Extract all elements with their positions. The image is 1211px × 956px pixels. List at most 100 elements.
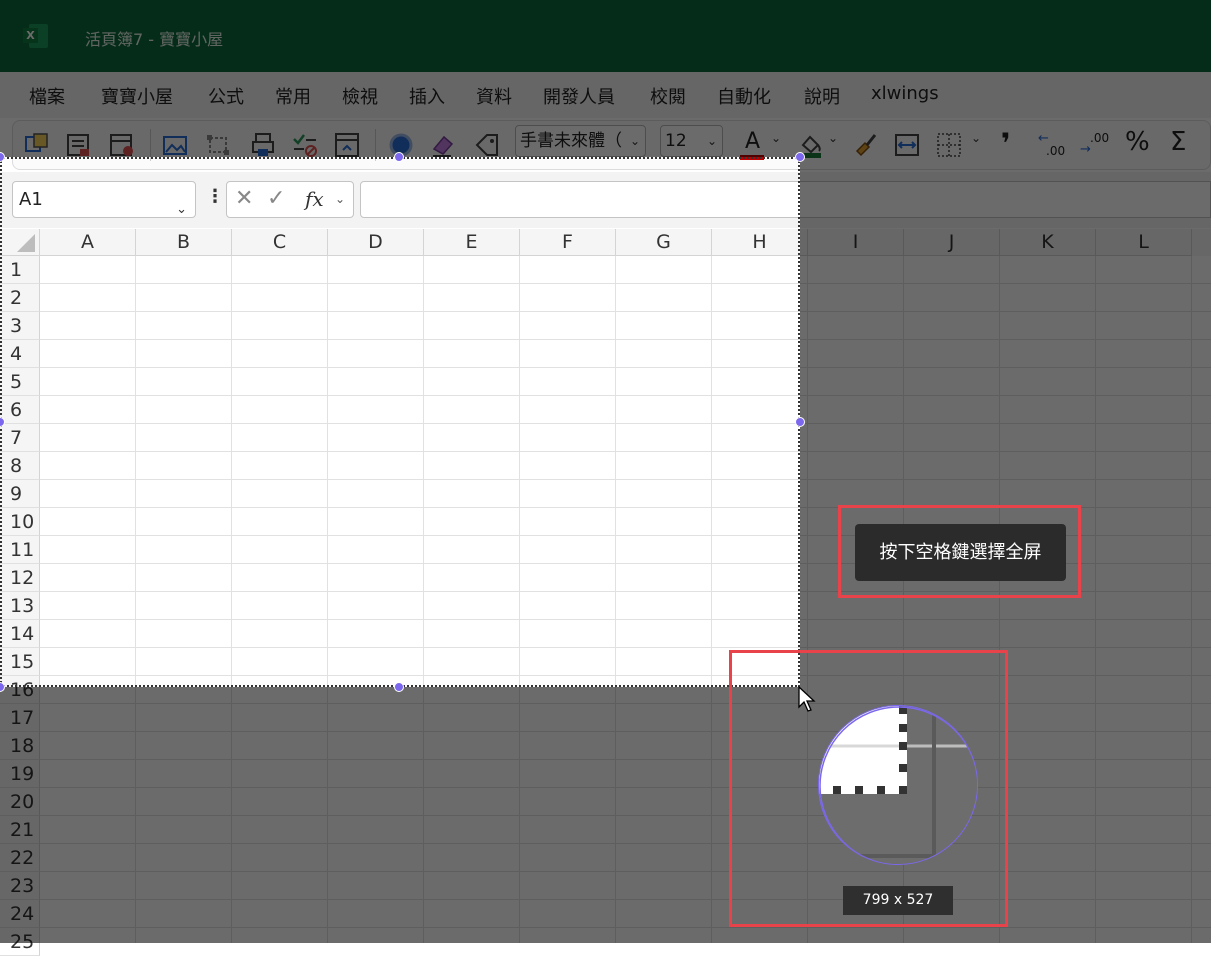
menu-review[interactable]: 校閱 [650, 83, 686, 109]
row-header-5[interactable]: 5 [0, 368, 40, 396]
percent-icon[interactable]: % [1125, 127, 1150, 157]
row-header-14[interactable]: 14 [0, 620, 40, 648]
column-header-c[interactable]: C [232, 229, 328, 256]
magnifier-loupe [818, 705, 978, 865]
confirm-icon[interactable]: ✓ [267, 186, 285, 211]
print-icon[interactable] [249, 131, 277, 159]
row-header-7[interactable]: 7 [0, 424, 40, 452]
resize-handle-top[interactable] [394, 152, 404, 162]
column-header-b[interactable]: B [136, 229, 232, 256]
record-macro-icon[interactable] [108, 131, 136, 159]
chevron-down-icon[interactable]: ⌄ [771, 131, 781, 145]
row-header-8[interactable]: 8 [0, 452, 40, 480]
increase-decimal-icon[interactable]: .00 → [1080, 131, 1110, 161]
row-header-25[interactable]: 25 [0, 928, 40, 956]
cancel-icon[interactable]: ✕ [235, 186, 253, 211]
row-header-12[interactable]: 12 [0, 564, 40, 592]
format-painter-icon[interactable] [851, 131, 879, 159]
row-header-11[interactable]: 11 [0, 536, 40, 564]
mouse-cursor-icon [798, 686, 816, 712]
font-size-dropdown[interactable]: 12 ⌄ [660, 125, 723, 157]
font-name-value: 手書未來體（ [520, 131, 622, 151]
row-header-1[interactable]: 1 [0, 256, 40, 284]
row-header-13[interactable]: 13 [0, 592, 40, 620]
menu-view[interactable]: 檢視 [342, 83, 378, 109]
frame-icon[interactable] [333, 131, 361, 159]
selection-dimensions: 799 x 527 [843, 886, 953, 915]
row-header-23[interactable]: 23 [0, 872, 40, 900]
row-header-20[interactable]: 20 [0, 788, 40, 816]
column-header-d[interactable]: D [328, 229, 424, 256]
font-size-value: 12 [665, 131, 687, 151]
fullscreen-hint: 按下空格鍵選擇全屏 [855, 524, 1066, 581]
column-header-g[interactable]: G [616, 229, 712, 256]
resize-handle-bottom[interactable] [394, 682, 404, 692]
menu-xlwings[interactable]: xlwings [871, 83, 939, 104]
resize-handle-top-left[interactable] [0, 152, 5, 162]
column-header-k[interactable]: K [1000, 229, 1096, 256]
menu-formulas[interactable]: 公式 [208, 83, 244, 109]
row-header-6[interactable]: 6 [0, 396, 40, 424]
menu-developer[interactable]: 開發人員 [543, 83, 615, 109]
eraser-icon[interactable] [429, 131, 457, 159]
column-header-a[interactable]: A [40, 229, 136, 256]
more-options-icon[interactable]: ⋮ [206, 186, 224, 207]
chevron-down-icon[interactable]: ⌄ [335, 192, 345, 206]
cell-area[interactable] [40, 256, 1211, 943]
tag-icon[interactable] [473, 131, 501, 159]
ribbon-toolbar: 手書未來體（ ⌄ 12 ⌄ A ⌄ ⌄ ⌄ ❜ .00 ← .00 → % Σ [12, 120, 1211, 170]
resize-handle-top-right[interactable] [795, 152, 805, 162]
row-header-21[interactable]: 21 [0, 816, 40, 844]
menu-bar: 檔案 寶寶小屋 公式 常用 檢視 插入 資料 開發人員 校閱 自動化 說明 xl… [0, 72, 1211, 118]
sum-icon[interactable]: Σ [1170, 127, 1186, 157]
menu-home[interactable]: 常用 [275, 83, 311, 109]
chevron-down-icon[interactable]: ⌄ [971, 131, 981, 145]
column-header-l[interactable]: L [1096, 229, 1192, 256]
menu-file[interactable]: 檔案 [29, 83, 65, 109]
form-icon[interactable] [65, 131, 93, 159]
transform-icon[interactable] [204, 131, 232, 159]
row-header-17[interactable]: 17 [0, 704, 40, 732]
chevron-down-icon[interactable]: ⌄ [828, 131, 838, 145]
decrease-decimal-icon[interactable]: .00 ← [1038, 131, 1068, 161]
column-header-f[interactable]: F [520, 229, 616, 256]
row-header-9[interactable]: 9 [0, 480, 40, 508]
checklist-icon[interactable] [291, 131, 319, 159]
formula-input[interactable] [360, 181, 1211, 218]
table-icon[interactable] [23, 131, 51, 159]
row-header-16[interactable]: 16 [0, 676, 40, 704]
column-header-i[interactable]: I [808, 229, 904, 256]
row-header-18[interactable]: 18 [0, 732, 40, 760]
picture-icon[interactable] [161, 131, 189, 159]
select-all-corner[interactable] [0, 229, 40, 256]
row-header-22[interactable]: 22 [0, 844, 40, 872]
chevron-down-icon: ⌄ [629, 134, 640, 148]
menu-help[interactable]: 說明 [804, 83, 840, 109]
column-header-h[interactable]: H [712, 229, 808, 256]
menu-insert[interactable]: 插入 [409, 83, 445, 109]
column-header-j[interactable]: J [904, 229, 1000, 256]
font-name-dropdown[interactable]: 手書未來體（ ⌄ [515, 125, 646, 157]
menu-baby-house[interactable]: 寶寶小屋 [101, 83, 173, 109]
name-box[interactable]: A1 ⌄ [12, 181, 196, 218]
menu-automate[interactable]: 自動化 [717, 83, 771, 109]
row-header-10[interactable]: 10 [0, 508, 40, 536]
wrap-icon[interactable] [893, 131, 921, 159]
border-icon[interactable] [935, 131, 963, 159]
chevron-down-icon: ⌄ [706, 134, 717, 148]
excel-app-icon[interactable]: X [23, 23, 49, 49]
row-header-24[interactable]: 24 [0, 900, 40, 928]
insert-function-icon[interactable]: fx [305, 187, 324, 211]
row-header-4[interactable]: 4 [0, 340, 40, 368]
comma-icon[interactable]: ❜ [1001, 127, 1011, 160]
menu-data[interactable]: 資料 [476, 83, 512, 109]
row-header-15[interactable]: 15 [0, 648, 40, 676]
row-header-3[interactable]: 3 [0, 312, 40, 340]
row-header-2[interactable]: 2 [0, 284, 40, 312]
formula-controls: ✕ ✓ fx ⌄ [226, 181, 354, 218]
row-header-19[interactable]: 19 [0, 760, 40, 788]
resize-handle-right[interactable] [795, 417, 805, 427]
column-header-e[interactable]: E [424, 229, 520, 256]
font-color-letter: A [745, 129, 761, 154]
font-color-icon[interactable]: A [739, 129, 767, 161]
